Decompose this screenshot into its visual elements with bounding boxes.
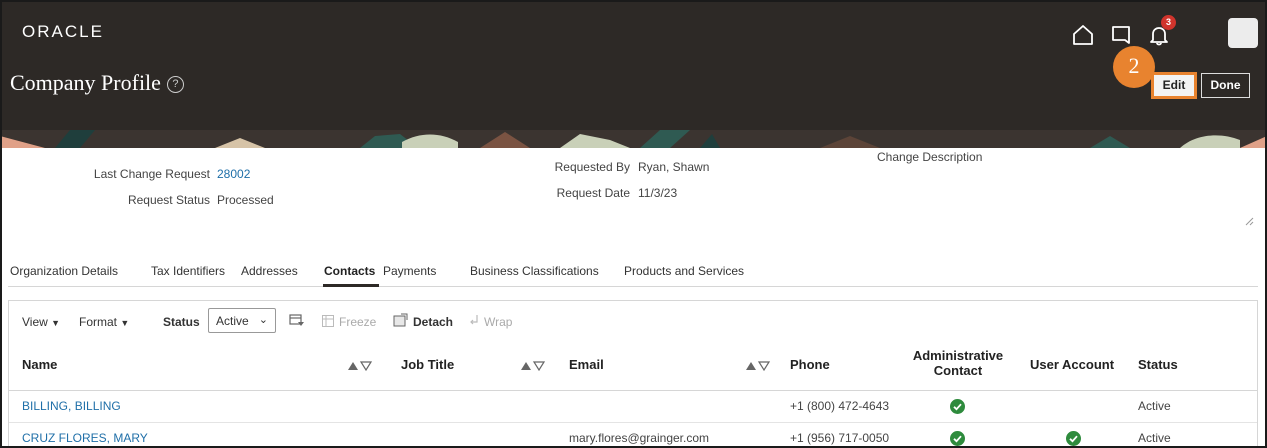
contact-phone: +1 (800) 472-4643 [790, 399, 890, 413]
column-header-user-account[interactable]: User Account [1030, 357, 1114, 372]
resize-handle-icon[interactable] [1244, 216, 1254, 226]
decorative-banner [0, 130, 1267, 148]
contact-name-link[interactable]: CRUZ FLORES, MARY [22, 431, 148, 445]
header-divider [9, 390, 1257, 391]
wrap-icon [470, 315, 478, 325]
tab-products-and-services[interactable]: Products and Services [624, 264, 744, 278]
step-marker: 2 [1113, 46, 1155, 88]
active-tab-indicator [323, 284, 379, 287]
tabs-divider [8, 286, 1258, 287]
contact-email: mary.flores@grainger.com [569, 431, 710, 445]
tab-addresses[interactable]: Addresses [241, 264, 298, 278]
edit-button[interactable]: Edit [1151, 72, 1197, 99]
column-header-administrative-line1: Administrative [912, 348, 1004, 363]
requested-by-value: Ryan, Shawn [638, 160, 710, 174]
change-description-label: Change Description [877, 150, 983, 164]
caret-down-icon: ▼ [120, 318, 130, 328]
row-divider [9, 422, 1257, 423]
favorites-icon[interactable] [1110, 24, 1132, 46]
column-header-administrative-line2: Contact [933, 363, 983, 378]
sort-icon[interactable] [745, 361, 771, 371]
column-header-email[interactable]: Email [569, 357, 604, 372]
detach-icon [393, 313, 408, 327]
tab-tax-identifiers[interactable]: Tax Identifiers [151, 264, 225, 278]
view-menu[interactable]: View ▼ [22, 315, 60, 329]
chevron-down-icon: ⌄ [258, 314, 268, 326]
request-date-label: Request Date [556, 186, 630, 200]
contact-phone: +1 (956) 717-0050 [790, 431, 890, 445]
request-date-value: 11/3/23 [638, 186, 678, 200]
status-filter-label: Status [163, 315, 200, 329]
tab-contacts[interactable]: Contacts [324, 264, 375, 278]
column-header-phone[interactable]: Phone [790, 357, 830, 372]
app-header: ORACLE Company Profile? [0, 0, 1267, 130]
check-icon [1066, 431, 1081, 446]
tab-organization-details[interactable]: Organization Details [10, 264, 118, 278]
home-icon[interactable] [1072, 24, 1094, 46]
freeze-icon [322, 315, 334, 327]
contact-status: Active [1138, 431, 1171, 445]
last-change-request-link[interactable]: 28002 [217, 167, 250, 181]
contact-status: Active [1138, 399, 1171, 413]
tab-business-classifications[interactable]: Business Classifications [470, 264, 599, 278]
page-title-text: Company Profile [10, 70, 161, 95]
column-header-job-title[interactable]: Job Title [401, 357, 454, 372]
tab-payments[interactable]: Payments [383, 264, 436, 278]
column-header-status[interactable]: Status [1138, 357, 1178, 372]
column-header-name[interactable]: Name [22, 357, 57, 372]
check-icon [950, 431, 965, 446]
contact-name-link[interactable]: BILLING, BILLING [22, 399, 121, 413]
format-menu-label: Format [79, 315, 118, 329]
sort-icon[interactable] [520, 361, 546, 371]
format-menu[interactable]: Format ▼ [79, 315, 129, 329]
check-icon [950, 399, 965, 414]
user-avatar[interactable] [1228, 18, 1258, 48]
query-by-example-icon[interactable] [289, 313, 305, 329]
sort-icon[interactable] [347, 361, 373, 371]
oracle-logo[interactable]: ORACLE [22, 22, 104, 42]
requested-by-label: Requested By [554, 160, 630, 174]
status-filter-value: Active [216, 314, 249, 328]
detach-button[interactable]: Detach [413, 315, 453, 329]
request-status-value: Processed [217, 193, 274, 207]
wrap-button[interactable]: Wrap [484, 315, 512, 329]
caret-down-icon: ▼ [51, 318, 61, 328]
request-status-label: Request Status [127, 193, 210, 207]
help-icon[interactable]: ? [166, 76, 184, 93]
status-filter-select[interactable]: Active ⌄ [208, 308, 276, 333]
view-menu-label: View [22, 315, 48, 329]
last-change-request-label: Last Change Request [93, 167, 210, 181]
notification-badge: 3 [1161, 15, 1176, 30]
done-button[interactable]: Done [1201, 73, 1250, 98]
page-title: Company Profile? [10, 70, 184, 96]
column-header-administrative-contact[interactable]: Administrative Contact [903, 348, 1013, 378]
freeze-button[interactable]: Freeze [339, 315, 376, 329]
